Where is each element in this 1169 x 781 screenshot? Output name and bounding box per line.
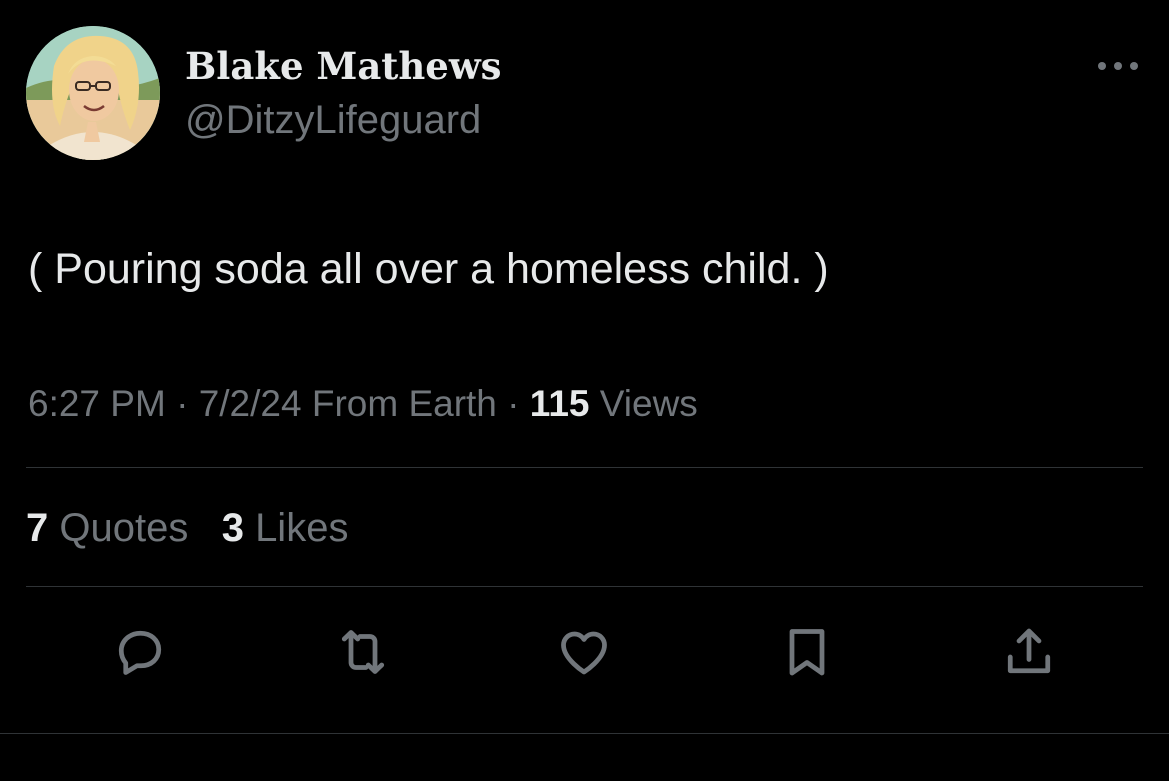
more-options-button[interactable] [1088,48,1148,84]
quotes-count: 7 [26,506,49,550]
quotes-label: Quotes [59,506,189,550]
heart-icon [561,631,607,675]
tweet-source: From Earth [311,383,497,424]
bookmark-button[interactable] [775,620,839,684]
divider [26,467,1143,468]
engagement-stats: 7 Quotes 3 Likes [26,503,348,553]
likes-count: 3 [221,506,244,550]
reply-icon [118,630,162,675]
share-icon [1007,628,1051,674]
meta-separator: · [507,383,520,424]
author-handle[interactable]: @DitzyLifeguard [185,96,481,144]
views-label: Views [599,383,698,424]
quotes-stat[interactable]: 7 Quotes [26,506,188,550]
tweet-date[interactable]: 7/2/24 [199,383,302,424]
meta-separator: · [176,383,189,424]
views-count: 115 [529,383,590,424]
retweet-button[interactable] [331,620,395,684]
bookmark-icon [789,629,825,676]
avatar[interactable] [26,26,160,160]
share-button[interactable] [997,620,1061,684]
divider [0,733,1169,734]
likes-stat[interactable]: 3 Likes [222,506,349,550]
reply-button[interactable] [108,620,172,684]
avatar-image [26,26,160,160]
divider [26,586,1143,587]
tweet-metadata: 6:27 PM · 7/2/24 From Earth · 115 Views [28,380,698,428]
tweet-text: ( Pouring soda all over a homeless child… [28,245,829,293]
like-button[interactable] [552,620,616,684]
retweet-icon [341,630,385,674]
author-display-name[interactable]: Blake Mathews [185,42,502,90]
more-horizontal-icon [1098,62,1138,70]
tweet-time[interactable]: 6:27 PM [28,383,166,424]
likes-label: Likes [255,506,349,550]
